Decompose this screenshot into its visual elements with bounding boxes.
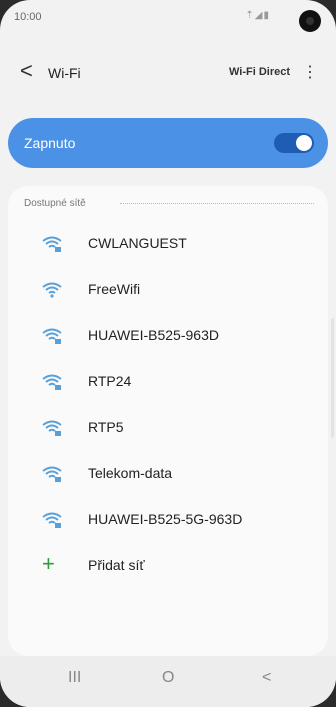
network-item[interactable]: CWLANGUEST — [8, 222, 328, 268]
wifi-icon — [42, 282, 62, 298]
wifi-lock-icon — [42, 420, 62, 436]
status-time: 10:00 — [14, 11, 42, 23]
network-item[interactable]: RTP5 — [8, 406, 328, 452]
camera-icon — [299, 10, 321, 32]
section-divider — [120, 203, 314, 204]
network-item[interactable]: HUAWEI-B525-963D — [8, 314, 328, 360]
plus-icon: + — [42, 551, 55, 576]
wifi-toggle-label: Zapnuto — [24, 135, 76, 151]
status-bar: 10:00 ⇡◢▮ — [0, 0, 336, 36]
phone-screen: 10:00 ⇡◢▮ < Wi-Fi Wi-Fi Direct ⋮ Zapnuto… — [0, 0, 336, 707]
wifi-lock-icon — [42, 374, 62, 390]
network-list-card: Dostupné sítě CWLANGUEST FreeWifi HUAWEI… — [8, 186, 328, 656]
back-button[interactable]: < — [20, 60, 33, 82]
home-button[interactable]: O — [162, 669, 174, 687]
network-name: RTP24 — [88, 373, 132, 389]
network-item[interactable]: HUAWEI-B525-5G-963D — [8, 498, 328, 544]
status-indicators: ⇡◢▮ — [245, 10, 270, 21]
wifi-lock-icon — [42, 512, 62, 528]
wifi-lock-icon — [42, 236, 62, 252]
header-bar: < Wi-Fi Wi-Fi Direct ⋮ — [0, 56, 336, 90]
add-network-item[interactable]: + Přidat síť — [8, 544, 328, 590]
switch-knob — [296, 135, 312, 151]
network-name: FreeWifi — [88, 281, 141, 297]
network-name: CWLANGUEST — [88, 235, 187, 251]
network-name: HUAWEI-B525-5G-963D — [88, 511, 243, 527]
add-network-label: Přidat síť — [88, 557, 145, 573]
page-title: Wi-Fi — [48, 65, 81, 81]
network-item[interactable]: Telekom-data — [8, 452, 328, 498]
back-nav-button[interactable]: < — [262, 669, 271, 687]
wifi-lock-icon — [42, 328, 62, 344]
scrollbar[interactable] — [331, 318, 334, 438]
network-item[interactable]: FreeWifi — [8, 268, 328, 314]
network-name: Telekom-data — [88, 465, 173, 481]
more-options-button[interactable]: ⋮ — [302, 62, 318, 82]
navigation-bar: III O < — [0, 656, 336, 707]
recent-apps-button[interactable]: III — [68, 669, 81, 687]
network-item[interactable]: RTP24 — [8, 360, 328, 406]
wifi-lock-icon — [42, 466, 62, 482]
network-name: HUAWEI-B525-963D — [88, 327, 219, 343]
wifi-switch[interactable] — [274, 133, 314, 153]
section-header: Dostupné sítě — [24, 198, 86, 209]
wifi-direct-button[interactable]: Wi-Fi Direct — [229, 66, 290, 78]
wifi-toggle-row[interactable]: Zapnuto — [8, 118, 328, 168]
network-name: RTP5 — [88, 419, 124, 435]
